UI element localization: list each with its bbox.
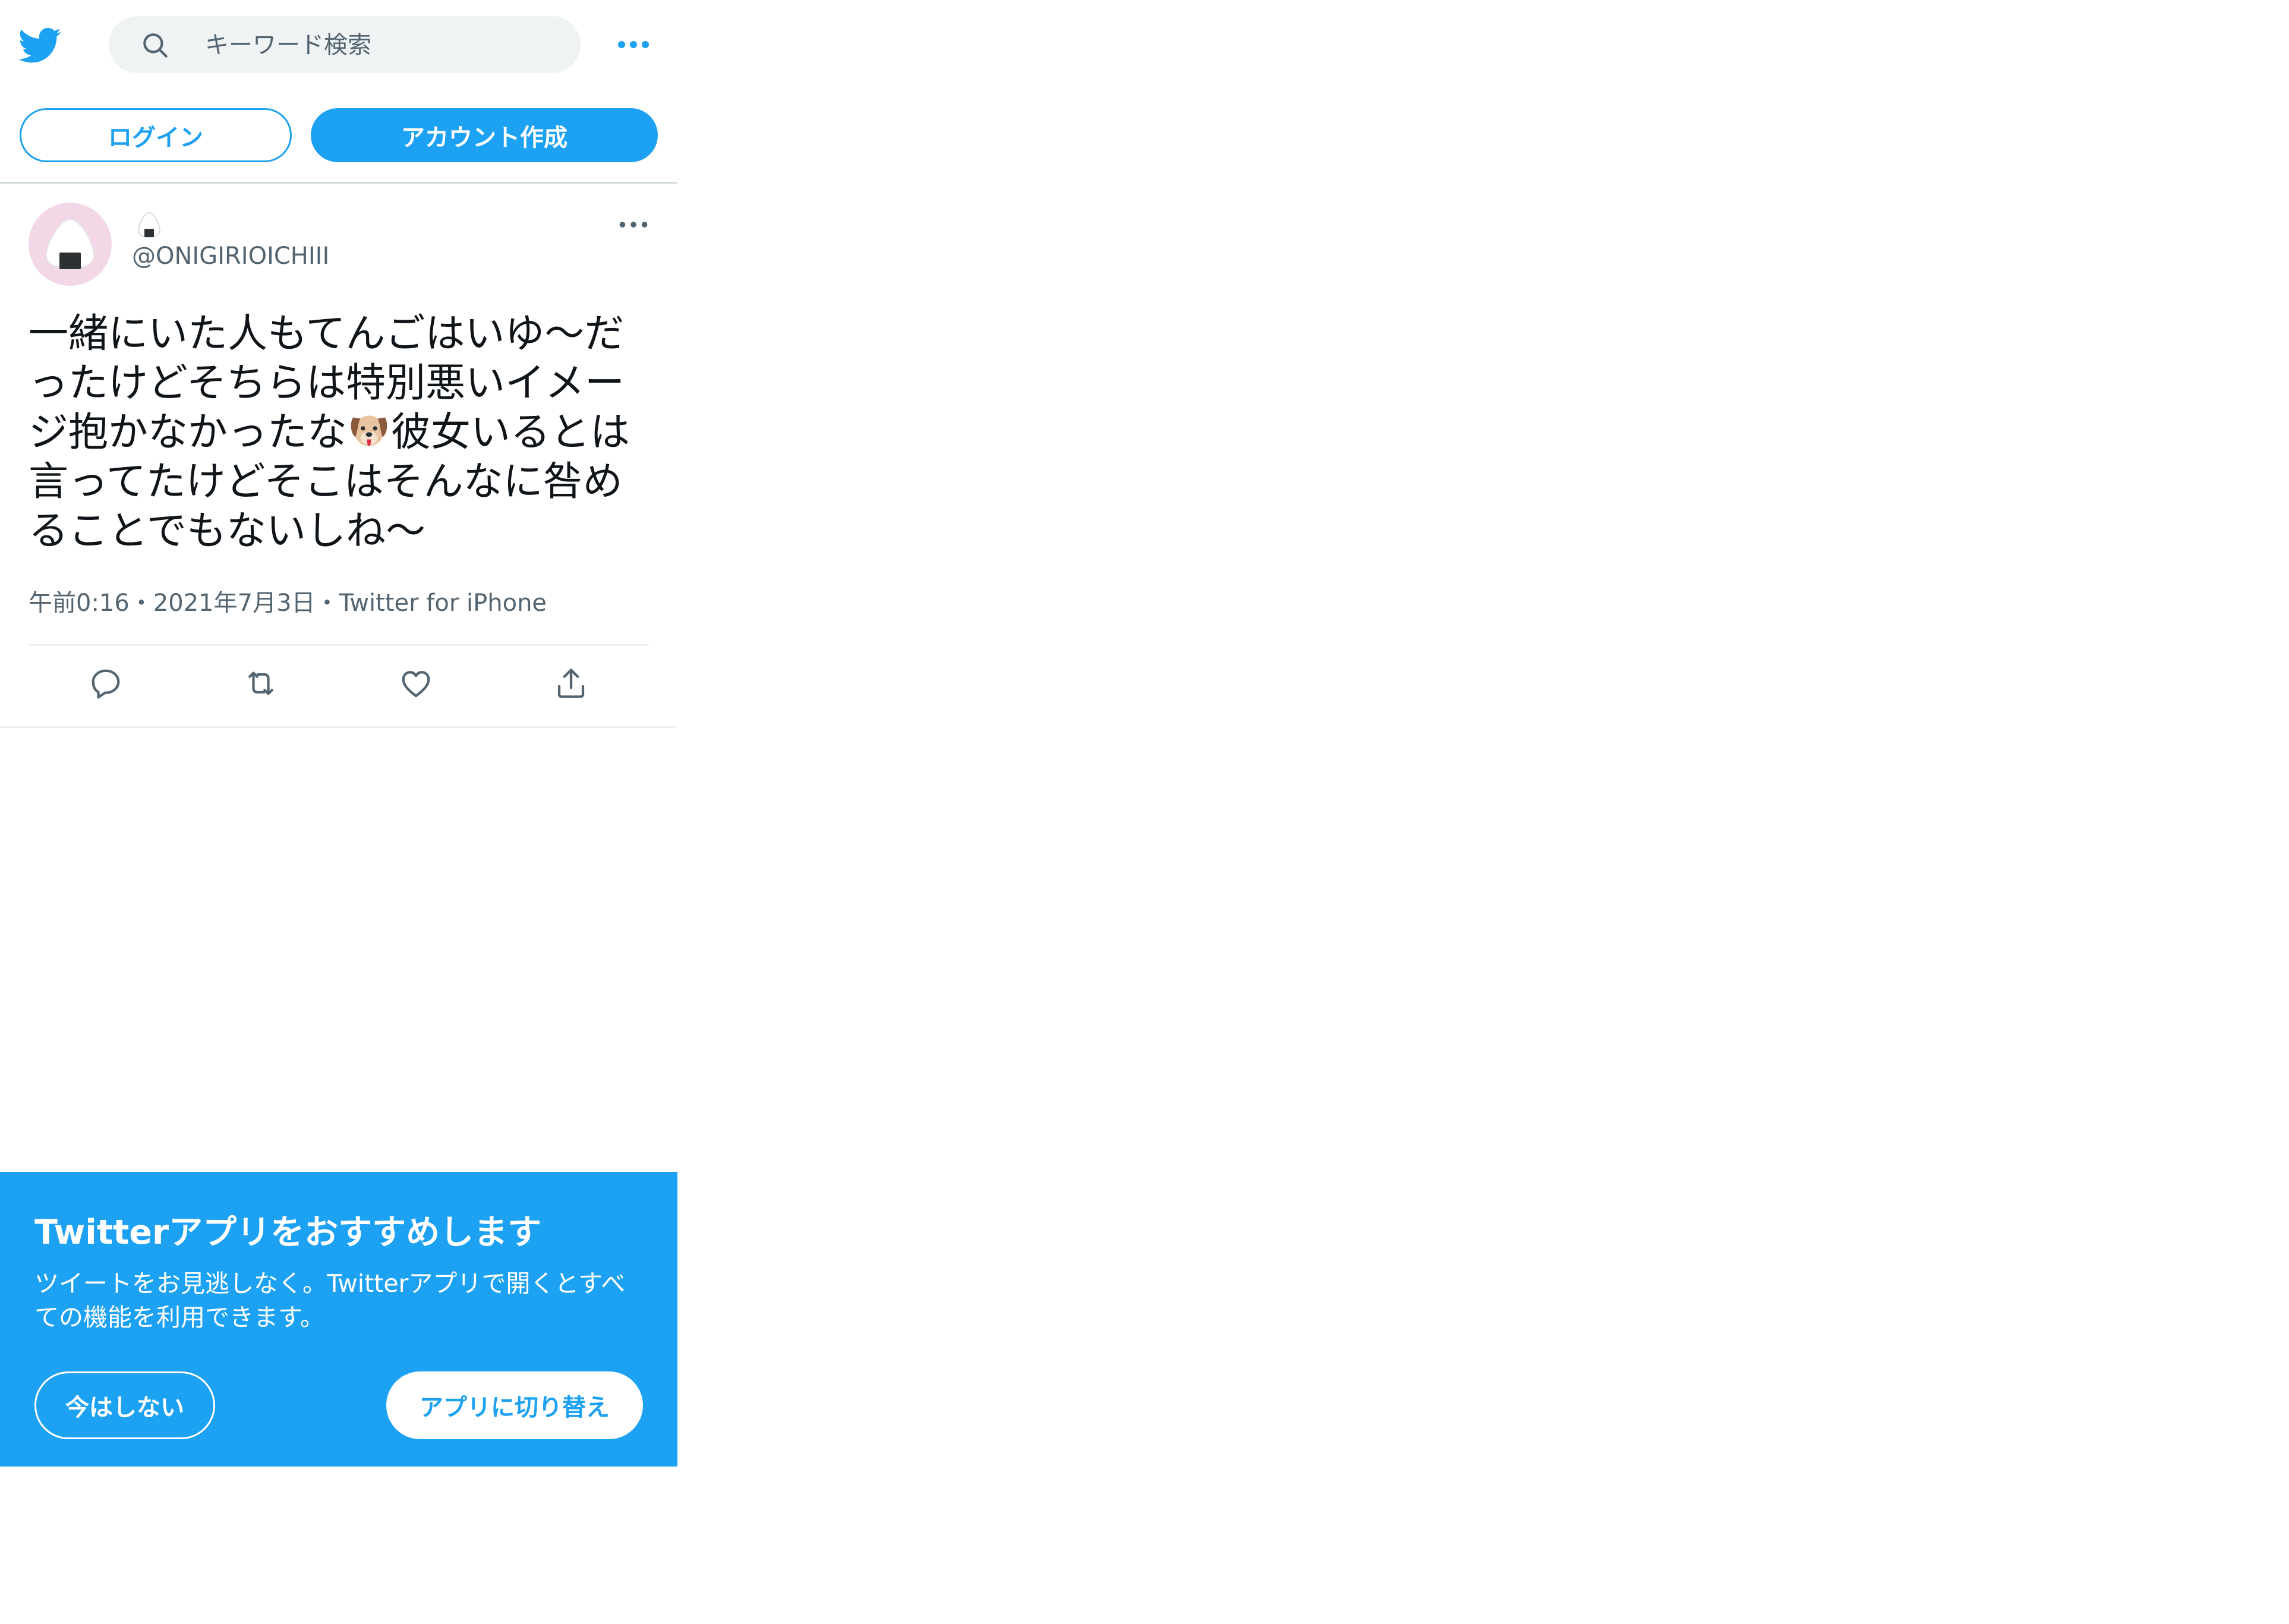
onigiri-avatar-icon	[45, 218, 95, 269]
onigiri-name-icon	[137, 212, 161, 238]
tweet-meta: 午前0:16・2021年7月3日・Twitter for iPhone	[29, 584, 547, 618]
user-handle[interactable]: @ONIGIRIOICHIII	[132, 242, 329, 270]
header-divider	[0, 182, 677, 184]
banner-body: ツイートをお見逃しなく。Twitterアプリで開くとすべての機能を利用できます。	[34, 1269, 626, 1332]
retweet-icon[interactable]	[243, 666, 279, 701]
actions-divider	[0, 726, 677, 728]
meta-separator: ・	[315, 589, 339, 617]
more-options-icon[interactable]	[617, 33, 650, 56]
tweet-source[interactable]: Twitter for iPhone	[339, 589, 547, 617]
signup-button[interactable]: アカウント作成	[311, 108, 658, 162]
search-box[interactable]	[109, 16, 581, 74]
dog-face-icon	[351, 415, 387, 446]
reply-icon[interactable]	[88, 666, 124, 701]
search-input[interactable]	[204, 16, 563, 74]
share-icon[interactable]	[553, 666, 589, 701]
tweet-more-icon[interactable]	[618, 213, 649, 236]
tweet-date[interactable]: 2021年7月3日	[153, 589, 316, 617]
switch-to-app-button[interactable]: アプリに切り替え	[386, 1371, 643, 1439]
banner-title: Twitterアプリをおすすめします	[34, 1213, 542, 1252]
tweet-text: 一緒にいた人もてんごはいゆ〜だったけどそちらは特別悪いイメージ抱かなかったな 彼…	[29, 309, 658, 556]
tweet-time[interactable]: 午前0:16	[29, 589, 130, 617]
like-icon[interactable]	[398, 666, 434, 701]
twitter-logo-icon[interactable]	[19, 24, 62, 67]
app-promo-banner: Twitterアプリをおすすめします ツイートをお見逃しなく。Twitterアプ…	[0, 1172, 677, 1467]
login-button[interactable]: ログイン	[20, 108, 292, 162]
avatar[interactable]	[29, 203, 112, 286]
meta-divider	[29, 644, 649, 646]
search-icon	[143, 33, 168, 58]
not-now-button[interactable]: 今はしない	[34, 1371, 215, 1439]
meta-separator: ・	[129, 589, 153, 617]
